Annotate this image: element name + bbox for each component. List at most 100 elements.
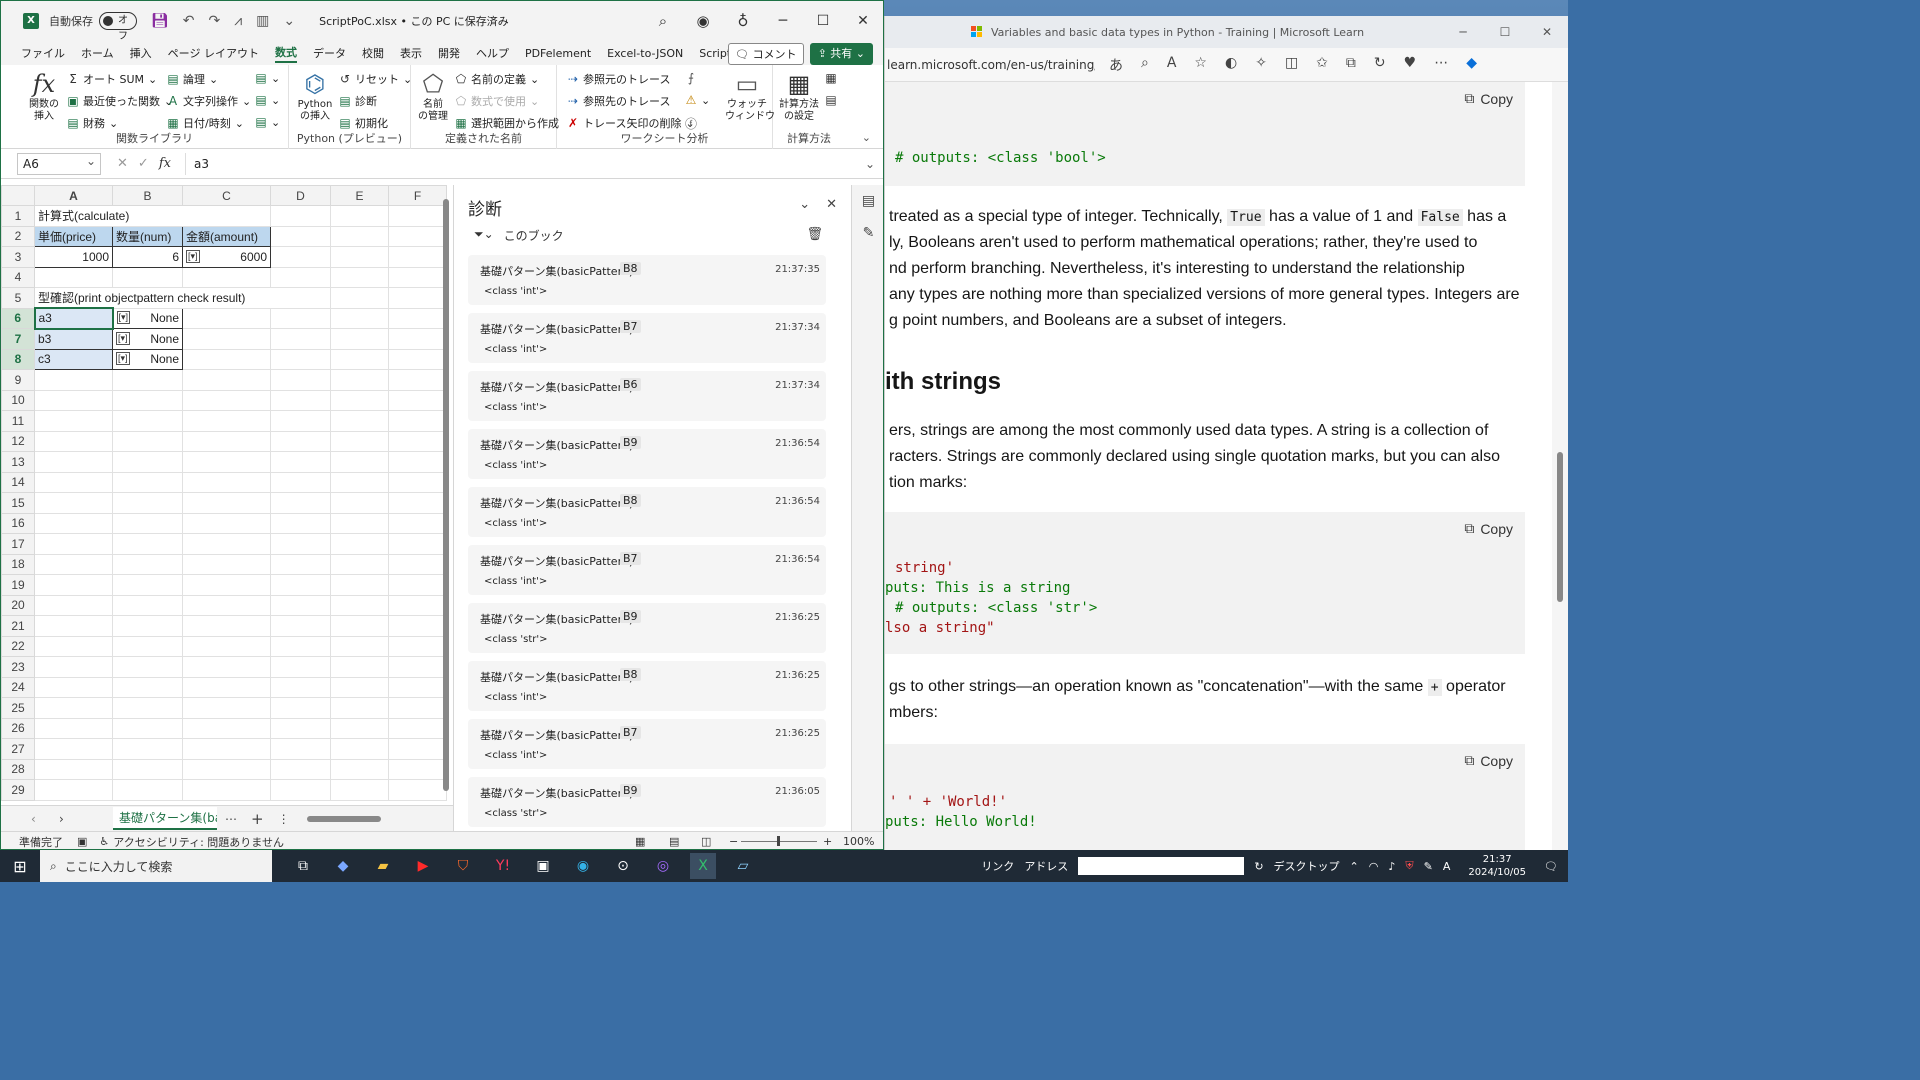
cell[interactable] xyxy=(182,389,271,411)
cell[interactable] xyxy=(270,492,331,514)
chevron-up-icon[interactable]: ⌃ xyxy=(1350,860,1359,873)
cell[interactable] xyxy=(182,471,271,493)
cell[interactable] xyxy=(270,348,331,370)
insert-chart-icon[interactable]: ▥ xyxy=(256,13,269,29)
add-sheet-icon[interactable]: + xyxy=(251,810,264,828)
cell[interactable] xyxy=(270,615,331,637)
row-header[interactable]: 24 xyxy=(1,676,35,698)
cell[interactable] xyxy=(34,779,113,801)
cell[interactable] xyxy=(388,697,447,719)
cancel-icon[interactable]: ✕ xyxy=(117,156,128,171)
cell[interactable] xyxy=(182,697,271,719)
cell[interactable] xyxy=(388,246,447,268)
cell[interactable] xyxy=(182,758,271,780)
active-cell[interactable]: a3 xyxy=(33,307,114,330)
row-header[interactable]: 1 xyxy=(1,205,35,227)
error-checking-button[interactable]: ⚠ ⌄ xyxy=(685,93,711,107)
trash-icon[interactable]: 🗑︎ xyxy=(806,227,823,242)
tab-file[interactable]: ファイル xyxy=(21,45,65,61)
cell[interactable] xyxy=(182,266,271,288)
name-manager-button[interactable]: ⬠ 名前 の管理 xyxy=(415,69,451,123)
cell[interactable] xyxy=(270,758,331,780)
worksheet-grid[interactable]: A B C D E F 1 計算式(calculate) 2 単価(price)… xyxy=(1,185,453,805)
column-header[interactable]: C xyxy=(182,185,271,206)
diagnostic-entry[interactable]: 基礎パターン集(basicPattern) B9 21:36:05 <class 's… xyxy=(468,777,826,827)
cell[interactable]: [▾] 6000 xyxy=(182,246,271,268)
volume-icon[interactable]: ♪ xyxy=(1388,860,1395,873)
column-header[interactable]: B xyxy=(112,185,183,206)
redo-icon[interactable]: ↷ xyxy=(209,13,221,29)
close-icon[interactable]: ✕ xyxy=(826,197,837,212)
cell[interactable] xyxy=(388,676,447,698)
cell[interactable] xyxy=(330,369,389,391)
cell[interactable] xyxy=(182,574,271,596)
initialize-button[interactable]: ▤ 初期化 xyxy=(339,115,388,131)
cell[interactable] xyxy=(270,410,331,432)
notification-icon[interactable]: 🗨︎ xyxy=(1544,860,1558,873)
calculate-sheet-button[interactable]: ▤ xyxy=(825,93,837,107)
datetime-button[interactable]: ▦ 日付/時刻 ⌄ xyxy=(167,115,244,131)
cell[interactable] xyxy=(34,635,113,657)
cell[interactable]: 単価(price) xyxy=(34,225,113,247)
cell[interactable]: 計算式(calculate) xyxy=(34,205,271,227)
cell[interactable] xyxy=(388,451,447,473)
cell[interactable] xyxy=(34,615,113,637)
cell[interactable] xyxy=(112,471,183,493)
chevron-down-icon[interactable]: ⌄ xyxy=(799,197,810,212)
search-icon[interactable]: ⌕ xyxy=(643,12,683,30)
lookup-button[interactable]: ▤ ⌄ xyxy=(255,71,280,85)
column-header[interactable]: D xyxy=(270,185,331,206)
row-header[interactable]: 12 xyxy=(1,430,35,452)
cell[interactable] xyxy=(330,594,389,616)
cell[interactable] xyxy=(270,471,331,493)
tab-excel-to-json[interactable]: Excel-to-JSON xyxy=(607,47,683,60)
expand-formula-icon[interactable]: ⌄ xyxy=(865,157,875,171)
cell[interactable] xyxy=(388,512,447,534)
show-formulas-button[interactable]: ⨍ xyxy=(685,71,697,85)
cell[interactable]: 1000 xyxy=(34,246,113,268)
zoom-out-icon[interactable]: − xyxy=(729,835,738,848)
cell[interactable] xyxy=(34,430,113,452)
tab-formulas[interactable]: 数式 xyxy=(274,44,297,63)
cell[interactable] xyxy=(330,471,389,493)
cell[interactable] xyxy=(330,430,389,452)
text-functions-button[interactable]: A 文字列操作 ⌄ xyxy=(167,93,251,109)
diagnostic-entry[interactable]: 基礎パターン集(basicPattern) B9 21:36:54 <class 'i… xyxy=(468,429,826,479)
extension-icon[interactable]: ◐ xyxy=(1225,55,1237,75)
insert-python-button[interactable]: ⌬ Python の挿入 xyxy=(295,69,335,123)
cell[interactable] xyxy=(112,553,183,575)
share-button[interactable]: ⇪ 共有 ⌄ xyxy=(809,43,873,65)
collapse-ribbon-icon[interactable]: ⌄ xyxy=(862,131,871,144)
filter-dropdown[interactable]: ⏷⌄ このブック xyxy=(474,227,564,244)
cell[interactable] xyxy=(34,533,113,555)
youtube-icon[interactable]: ▶ xyxy=(410,853,436,879)
cell[interactable] xyxy=(34,738,113,760)
row-header[interactable]: 28 xyxy=(1,758,35,780)
history-icon[interactable]: ↻ xyxy=(1374,55,1386,75)
excel-taskbar-icon[interactable]: X xyxy=(690,853,716,879)
cell[interactable] xyxy=(112,615,183,637)
cell[interactable] xyxy=(34,266,113,288)
scroll-thumb[interactable] xyxy=(307,816,381,822)
cell[interactable] xyxy=(182,410,271,432)
cell[interactable] xyxy=(270,512,331,534)
cell[interactable] xyxy=(270,225,331,247)
read-mode-icon[interactable]: A xyxy=(1167,55,1177,75)
cell[interactable] xyxy=(112,758,183,780)
cell[interactable] xyxy=(270,717,331,739)
minimize-icon[interactable]: ─ xyxy=(763,13,803,29)
tab-insert[interactable]: 挿入 xyxy=(130,45,152,61)
row-header[interactable]: 26 xyxy=(1,717,35,739)
cell[interactable] xyxy=(388,758,447,780)
cell[interactable] xyxy=(182,717,271,739)
cell[interactable] xyxy=(388,594,447,616)
row-header[interactable]: 29 xyxy=(1,779,35,801)
cell[interactable]: [▾] None xyxy=(112,328,183,350)
column-header[interactable]: F xyxy=(388,185,447,206)
copy-button[interactable]: ⧉ Copy xyxy=(1464,752,1513,769)
diagnostic-entry[interactable]: 基礎パターン集(basicPattern) B7 21:36:25 <class 'i… xyxy=(468,719,826,769)
links-label[interactable]: リンク xyxy=(981,858,1014,874)
recent-functions-button[interactable]: ▣ 最近使った関数 ⌄ xyxy=(67,93,173,109)
cell[interactable] xyxy=(182,451,271,473)
macro-icon[interactable]: ▣ xyxy=(77,835,87,848)
